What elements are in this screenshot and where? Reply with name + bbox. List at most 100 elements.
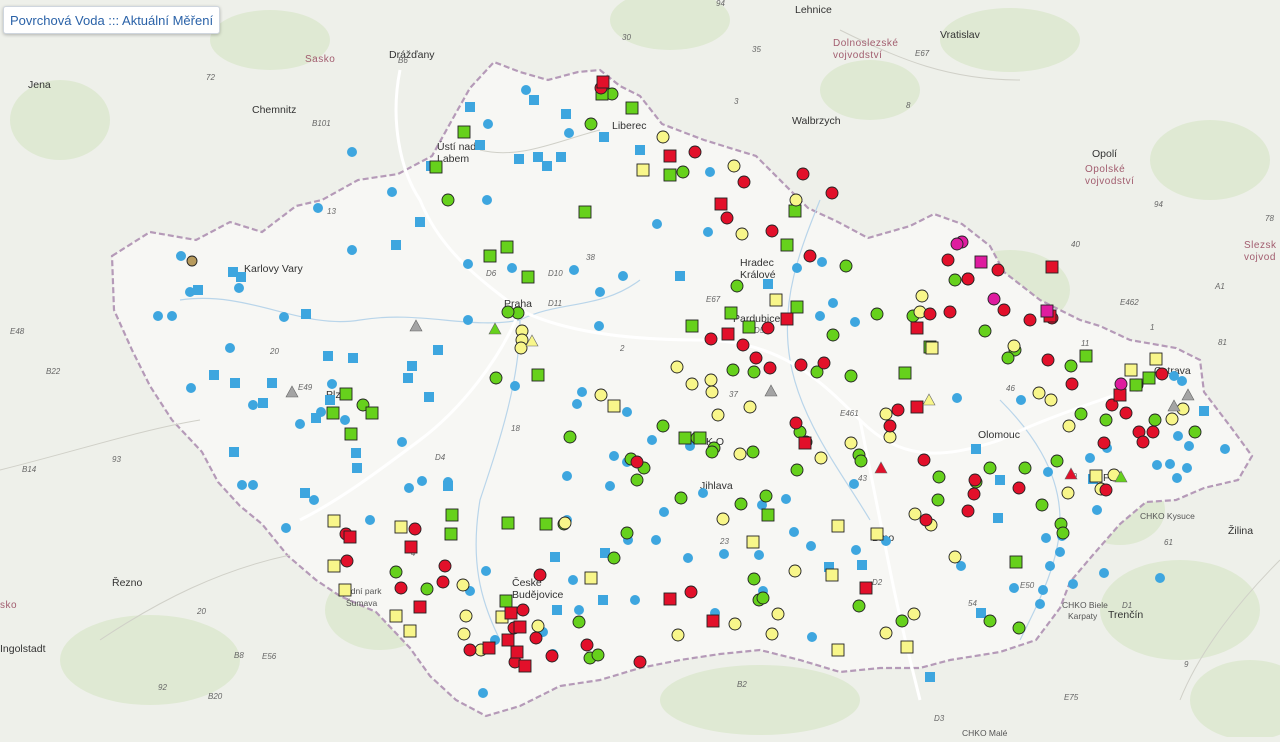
- station-marker-blue-circle[interactable]: [340, 415, 350, 425]
- station-marker-green-circle[interactable]: [756, 591, 770, 605]
- station-marker-blue-square[interactable]: [465, 102, 475, 112]
- station-marker-yellow-square[interactable]: [769, 293, 783, 307]
- station-marker-blue-circle[interactable]: [237, 480, 247, 490]
- station-marker-green-circle[interactable]: [844, 369, 858, 383]
- station-marker-red-square[interactable]: [596, 75, 610, 89]
- station-marker-blue-circle[interactable]: [1009, 583, 1019, 593]
- station-marker-yellow-circle[interactable]: [685, 377, 699, 391]
- station-marker-blue-circle[interactable]: [849, 479, 859, 489]
- station-marker-blue-circle[interactable]: [1099, 568, 1109, 578]
- station-marker-yellow-circle[interactable]: [594, 388, 608, 402]
- station-marker-blue-circle[interactable]: [605, 481, 615, 491]
- station-marker-yellow-circle[interactable]: [711, 408, 725, 422]
- station-marker-blue-square[interactable]: [258, 398, 268, 408]
- station-marker-yellow-circle[interactable]: [704, 373, 718, 387]
- station-marker-red-circle[interactable]: [533, 568, 547, 582]
- station-marker-blue-circle[interactable]: [225, 343, 235, 353]
- station-marker-yellow-square[interactable]: [607, 399, 621, 413]
- station-marker-yellow-circle[interactable]: [727, 159, 741, 173]
- station-marker-red-square[interactable]: [513, 620, 527, 634]
- station-marker-blue-circle[interactable]: [1220, 444, 1230, 454]
- station-marker-blue-circle[interactable]: [595, 287, 605, 297]
- station-marker-blue-circle[interactable]: [1045, 561, 1055, 571]
- station-marker-yellow-square[interactable]: [338, 583, 352, 597]
- station-marker-blue-circle[interactable]: [705, 167, 715, 177]
- station-marker-blue-square[interactable]: [514, 154, 524, 164]
- station-marker-red-circle[interactable]: [883, 419, 897, 433]
- station-marker-blue-square[interactable]: [993, 513, 1003, 523]
- station-marker-red-circle[interactable]: [794, 358, 808, 372]
- station-marker-green-circle[interactable]: [656, 419, 670, 433]
- station-marker-red-circle[interactable]: [943, 305, 957, 319]
- station-marker-green-circle[interactable]: [790, 463, 804, 477]
- station-marker-yellow-circle[interactable]: [733, 447, 747, 461]
- station-marker-blue-square[interactable]: [433, 345, 443, 355]
- station-marker-blue-square[interactable]: [311, 413, 321, 423]
- station-marker-blue-circle[interactable]: [652, 219, 662, 229]
- station-marker-yellow-square[interactable]: [327, 559, 341, 573]
- station-marker-blue-circle[interactable]: [817, 257, 827, 267]
- station-marker-red-square[interactable]: [714, 197, 728, 211]
- station-marker-red-circle[interactable]: [545, 649, 559, 663]
- station-marker-blue-circle[interactable]: [618, 271, 628, 281]
- station-marker-yellow-square[interactable]: [925, 341, 939, 355]
- station-marker-blue-square[interactable]: [976, 608, 986, 618]
- station-marker-red-square[interactable]: [404, 540, 418, 554]
- station-marker-blue-circle[interactable]: [1085, 453, 1095, 463]
- station-marker-red-circle[interactable]: [923, 307, 937, 321]
- station-marker-green-circle[interactable]: [1012, 621, 1026, 635]
- station-marker-blue-circle[interactable]: [313, 203, 323, 213]
- station-marker-red-circle[interactable]: [941, 253, 955, 267]
- station-marker-red-circle[interactable]: [688, 145, 702, 159]
- station-marker-blue-square[interactable]: [391, 240, 401, 250]
- station-marker-blue-circle[interactable]: [807, 632, 817, 642]
- station-marker-blue-circle[interactable]: [347, 245, 357, 255]
- station-marker-green-square[interactable]: [625, 101, 639, 115]
- station-marker-blue-circle[interactable]: [1172, 473, 1182, 483]
- station-marker-red-circle[interactable]: [1146, 425, 1160, 439]
- station-marker-green-square[interactable]: [365, 406, 379, 420]
- station-marker-magenta-circle[interactable]: [1114, 377, 1128, 391]
- station-marker-yellow-circle[interactable]: [908, 507, 922, 521]
- station-marker-red-circle[interactable]: [340, 554, 354, 568]
- station-marker-blue-circle[interactable]: [1068, 579, 1078, 589]
- station-marker-red-circle[interactable]: [633, 655, 647, 669]
- station-marker-red-circle[interactable]: [1119, 406, 1133, 420]
- station-marker-green-circle[interactable]: [501, 305, 515, 319]
- station-marker-red-square[interactable]: [910, 321, 924, 335]
- station-marker-blue-square[interactable]: [407, 361, 417, 371]
- station-marker-red-square[interactable]: [859, 581, 873, 595]
- station-marker-blue-square[interactable]: [351, 448, 361, 458]
- station-marker-green-circle[interactable]: [852, 599, 866, 613]
- station-marker-green-square[interactable]: [724, 306, 738, 320]
- station-marker-blue-square[interactable]: [443, 481, 453, 491]
- station-marker-green-square[interactable]: [483, 249, 497, 263]
- station-marker-red-circle[interactable]: [529, 631, 543, 645]
- station-marker-green-circle[interactable]: [620, 526, 634, 540]
- station-marker-red-circle[interactable]: [394, 581, 408, 595]
- station-marker-red-square[interactable]: [1045, 260, 1059, 274]
- station-marker-green-square[interactable]: [326, 406, 340, 420]
- station-marker-red-square[interactable]: [413, 600, 427, 614]
- station-marker-green-circle[interactable]: [747, 572, 761, 586]
- station-marker-green-square[interactable]: [444, 527, 458, 541]
- station-marker-green-circle[interactable]: [674, 491, 688, 505]
- station-marker-blue-circle[interactable]: [1035, 599, 1045, 609]
- station-marker-red-circle[interactable]: [968, 473, 982, 487]
- station-marker-yellow-circle[interactable]: [771, 607, 785, 621]
- station-marker-blue-circle[interactable]: [279, 312, 289, 322]
- station-marker-green-circle[interactable]: [489, 371, 503, 385]
- station-marker-red-circle[interactable]: [919, 513, 933, 527]
- station-marker-red-square[interactable]: [510, 645, 524, 659]
- station-marker-yellow-square[interactable]: [1149, 352, 1163, 366]
- station-marker-red-circle[interactable]: [737, 175, 751, 189]
- station-marker-blue-square[interactable]: [561, 109, 571, 119]
- station-marker-blue-circle[interactable]: [1043, 467, 1053, 477]
- station-marker-blue-square[interactable]: [675, 271, 685, 281]
- station-marker-green-circle[interactable]: [1188, 425, 1202, 439]
- station-marker-blue-square[interactable]: [995, 475, 1005, 485]
- station-marker-green-square[interactable]: [521, 270, 535, 284]
- station-marker-red-square[interactable]: [798, 436, 812, 450]
- station-marker-red-square[interactable]: [504, 606, 518, 620]
- station-marker-blue-circle[interactable]: [609, 451, 619, 461]
